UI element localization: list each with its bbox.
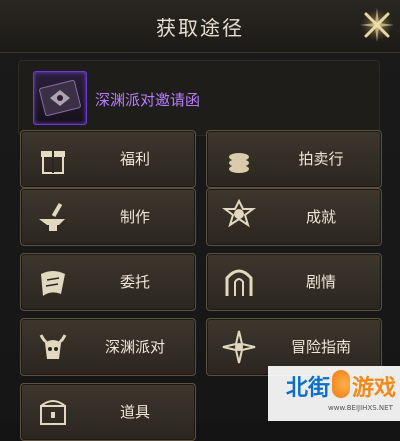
item-name: 深渊派对邀请函 [95, 91, 201, 109]
source-label: 道具 [119, 403, 150, 421]
source-button-craft[interactable]: 制作 [20, 188, 196, 246]
medal-icon [217, 195, 261, 239]
source-button-commission[interactable]: 委托 [20, 253, 196, 311]
close-icon [360, 8, 394, 42]
source-button-abyss-party[interactable]: 深渊派对 [20, 318, 196, 376]
chest-icon [31, 390, 75, 434]
source-button-story[interactable]: 剧情 [206, 253, 382, 311]
panel-title: 获取途径 [156, 16, 244, 40]
source-label: 委托 [119, 273, 150, 291]
source-button-welfare[interactable]: 福利 [20, 130, 196, 188]
acquisition-panel: 获取途径 深渊派对邀请函 福利 拍卖行 制作 成就 委托 剧情 深渊派对 冒险指… [0, 0, 400, 441]
demon-skull-icon [31, 325, 75, 369]
source-label: 拍卖行 [298, 150, 344, 168]
source-label: 剧情 [305, 273, 336, 291]
sun-logo-icon [332, 370, 350, 398]
watermark-brand-left: 北街 [286, 376, 331, 401]
gift-icon [31, 137, 75, 181]
source-button-items[interactable]: 道具 [20, 383, 196, 441]
scroll-icon [31, 260, 75, 304]
gate-icon [217, 260, 261, 304]
watermark-url: www.BEIJIHXS.NET [328, 404, 393, 412]
source-label: 成就 [305, 208, 336, 226]
item-thumbnail[interactable] [33, 71, 87, 125]
source-button-auction[interactable]: 拍卖行 [206, 130, 382, 188]
item-row: 深渊派对邀请函 [18, 60, 380, 136]
source-label: 福利 [119, 150, 150, 168]
source-label: 深渊派对 [104, 338, 165, 356]
source-label: 冒险指南 [290, 338, 351, 356]
coins-icon [217, 137, 261, 181]
close-button[interactable] [358, 4, 396, 46]
invitation-card-icon [39, 79, 81, 117]
watermark-brand-right: 游戏 [352, 376, 397, 401]
source-label: 制作 [119, 208, 150, 226]
title-bar: 获取途径 [0, 0, 400, 53]
compass-icon [217, 325, 261, 369]
watermark: 北街 游戏 www.BEIJIHXS.NET [268, 366, 400, 421]
source-button-achievement[interactable]: 成就 [206, 188, 382, 246]
anvil-icon [31, 195, 75, 239]
